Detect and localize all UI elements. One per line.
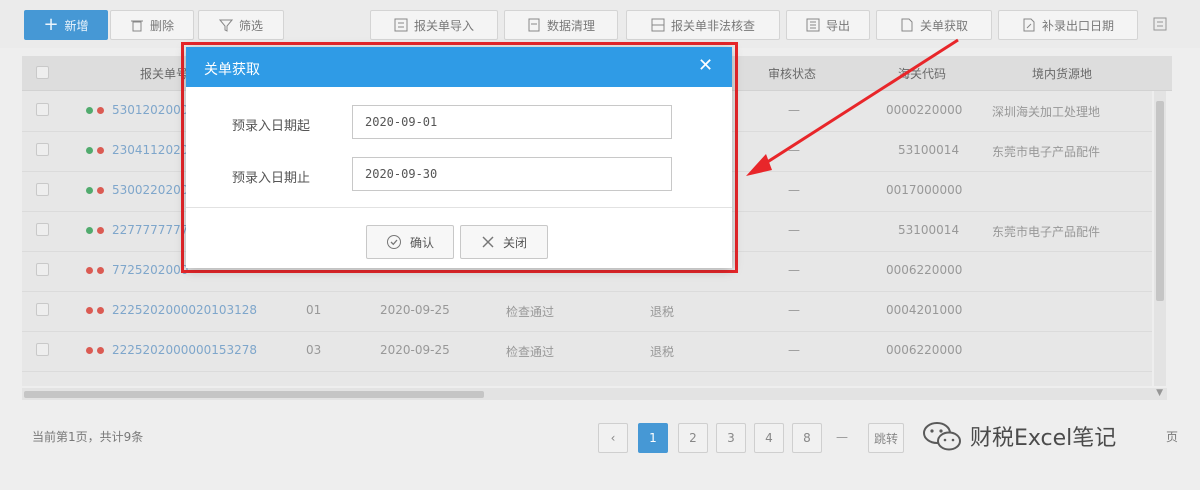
annotation-arrow: [746, 38, 959, 176]
